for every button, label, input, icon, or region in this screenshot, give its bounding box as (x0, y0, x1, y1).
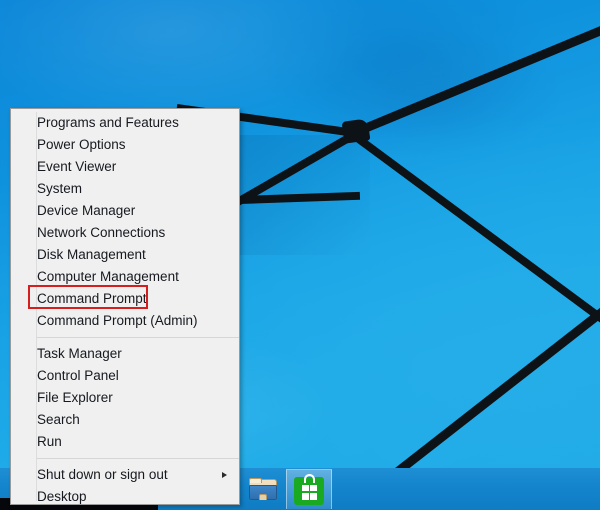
menu-item-label: Shut down or sign out (37, 467, 168, 482)
taskbar-button-windows-store[interactable] (286, 469, 332, 509)
menu-item-power-options[interactable]: Power Options (11, 134, 239, 156)
menu-item-shut-down-or-sign-out[interactable]: Shut down or sign out (11, 464, 239, 486)
menu-item-file-explorer[interactable]: File Explorer (11, 387, 239, 409)
menu-item-label: Network Connections (37, 225, 166, 240)
taskbar-button-file-explorer[interactable] (240, 469, 286, 509)
menu-item-label: Disk Management (37, 247, 146, 262)
wallpaper-strut (239, 191, 361, 204)
menu-item-command-prompt[interactable]: Command Prompt (11, 285, 239, 310)
menu-item-label: Programs and Features (37, 115, 179, 130)
wallpaper-strut (353, 5, 600, 137)
wallpaper-strut (349, 130, 600, 334)
menu-item-label: Control Panel (37, 368, 119, 383)
menu-item-run[interactable]: Run (11, 431, 239, 453)
menu-item-label: System (37, 181, 83, 196)
menu-item-programs-and-features[interactable]: Programs and Features (11, 112, 239, 134)
menu-item-label: Desktop (37, 489, 87, 504)
sky-haze (250, 0, 550, 140)
menu-item-label: Device Manager (37, 203, 136, 218)
menu-item-label: Command Prompt (37, 291, 147, 306)
menu-item-desktop[interactable]: Desktop (11, 486, 239, 508)
menu-item-label: Event Viewer (37, 159, 117, 174)
menu-separator (37, 337, 239, 338)
menu-item-label: Task Manager (37, 346, 122, 361)
wallpaper-strut-hub (341, 118, 371, 144)
menu-item-control-panel[interactable]: Control Panel (11, 365, 239, 387)
winx-power-user-menu[interactable]: Programs and Features Power Options Even… (10, 108, 240, 505)
menu-item-label: Command Prompt (Admin) (37, 313, 198, 328)
store-icon (294, 473, 324, 505)
menu-item-search[interactable]: Search (11, 409, 239, 431)
menu-item-disk-management[interactable]: Disk Management (11, 244, 239, 266)
menu-item-label: Power Options (37, 137, 126, 152)
taskbar-button-group (240, 468, 332, 510)
menu-item-network-connections[interactable]: Network Connections (11, 222, 239, 244)
menu-item-device-manager[interactable]: Device Manager (11, 200, 239, 222)
menu-item-label: Run (37, 434, 62, 449)
menu-item-label: File Explorer (37, 390, 113, 405)
sky-haze (300, 30, 560, 160)
menu-separator (37, 458, 239, 459)
menu-item-system[interactable]: System (11, 178, 239, 200)
chevron-right-icon (222, 471, 227, 478)
menu-item-command-prompt-admin[interactable]: Command Prompt (Admin) (11, 310, 239, 332)
desktop[interactable]: Programs and Features Power Options Even… (0, 0, 600, 510)
menu-item-task-manager[interactable]: Task Manager (11, 343, 239, 365)
wallpaper-canopy-shade (240, 135, 370, 255)
menu-item-label: Computer Management (37, 269, 179, 284)
folder-icon (249, 477, 277, 501)
menu-item-event-viewer[interactable]: Event Viewer (11, 156, 239, 178)
menu-item-computer-management[interactable]: Computer Management (11, 266, 239, 288)
menu-item-label: Search (37, 412, 80, 427)
